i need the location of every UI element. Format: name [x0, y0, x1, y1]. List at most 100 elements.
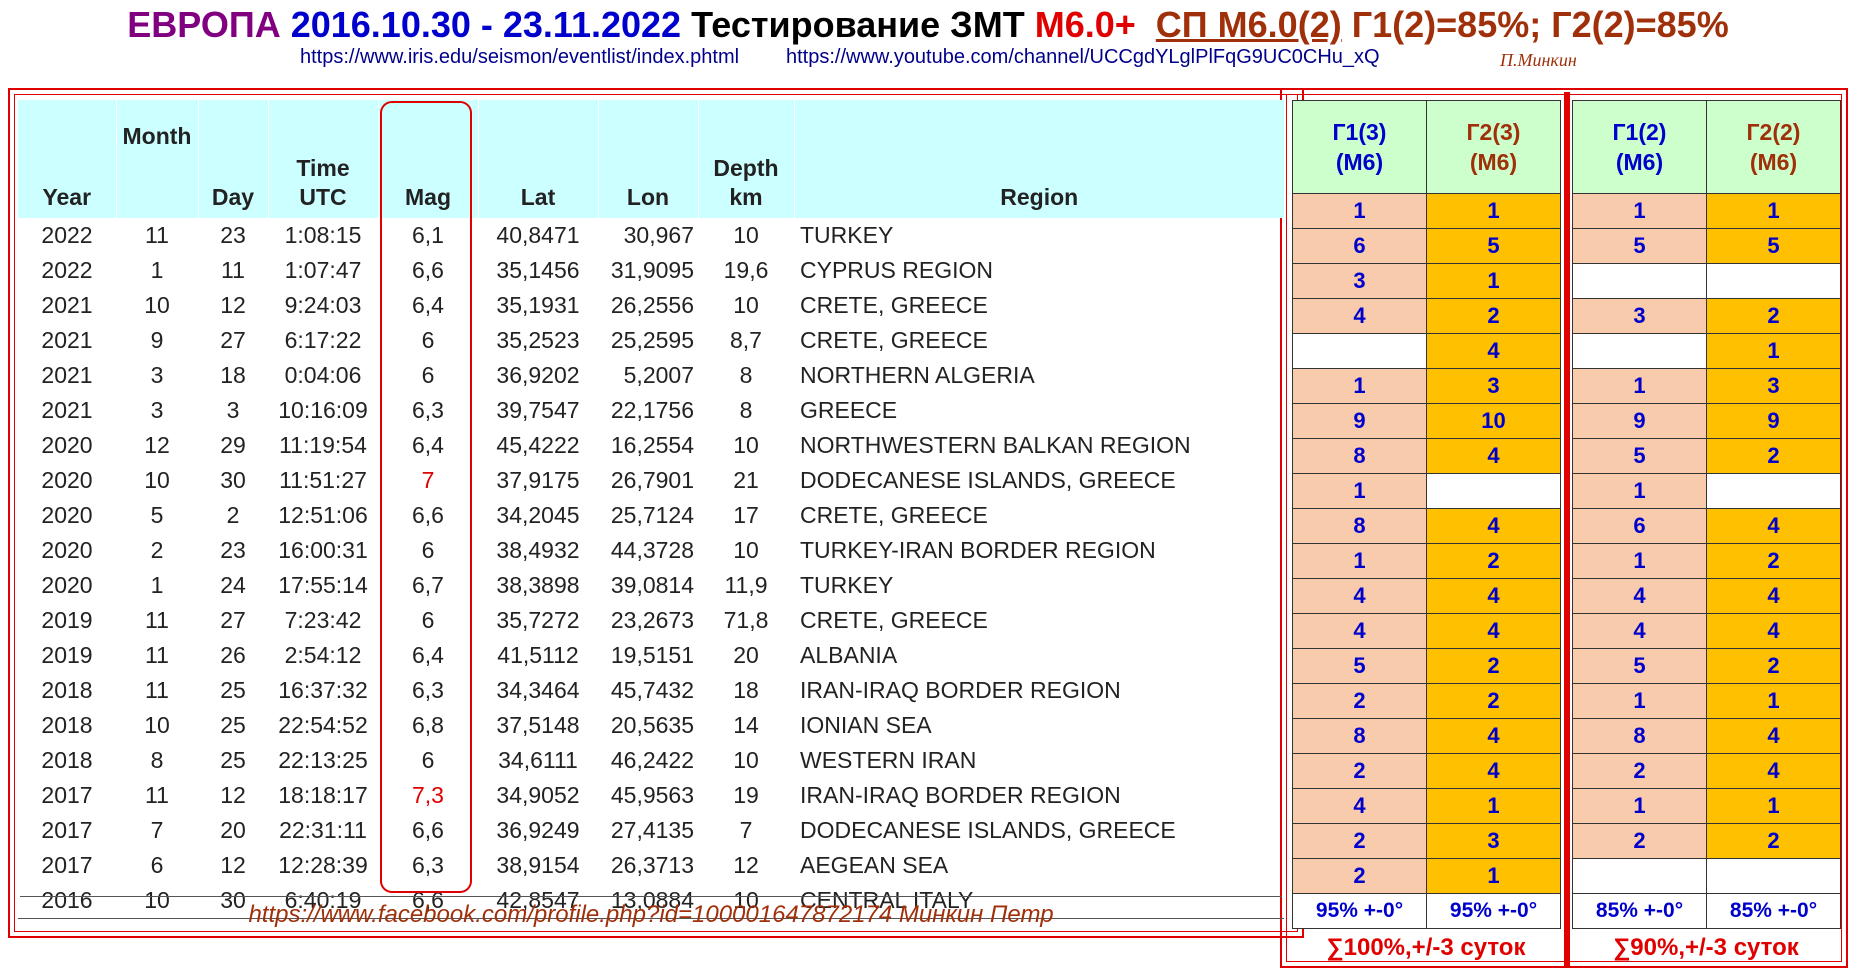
g-row: 22: [1572, 823, 1841, 859]
cell-lon: 31,9095: [610, 257, 694, 283]
cell-day: 11: [221, 257, 245, 283]
g-row: 52: [1292, 648, 1561, 684]
cell-g1: 8: [1292, 718, 1427, 754]
title-magnitude: М6.0+: [1034, 4, 1136, 45]
cell-time: 12:51:06: [278, 502, 368, 528]
cell-g1: 1: [1572, 193, 1707, 229]
g-row: 84: [1292, 718, 1561, 754]
cell-g1: 8: [1292, 508, 1427, 544]
g-row: 32: [1572, 298, 1841, 334]
cell-g1: [1572, 858, 1707, 894]
cell-g1: 4: [1292, 298, 1427, 334]
youtube-link[interactable]: https://www.youtube.com/channel/UCCgdYLg…: [786, 46, 1380, 69]
table-row: 2022 11 23 1:08:15 6,1 40,8471 30,967 10 TURKEY: [18, 218, 1284, 253]
cell-g2: 4: [1706, 718, 1841, 754]
table-row: 2018 10 25 22:54:52 6,8 37,5148 20,5635 14 IONIA…: [18, 708, 1284, 743]
cell-g2: 9: [1706, 403, 1841, 439]
g-row: 44: [1292, 613, 1561, 649]
cell-time: 11:51:27: [279, 467, 367, 493]
iris-link[interactable]: https://www.iris.edu/seismon/eventlist/i…: [300, 46, 739, 69]
cell-depth: 8: [739, 362, 753, 388]
g-row: 21: [1292, 858, 1561, 894]
cell-lon: 45,9563: [610, 782, 694, 808]
cell-time: 1:08:15: [284, 222, 362, 248]
g-row: 44: [1572, 613, 1841, 649]
cell-region: IONIAN SEA: [800, 712, 932, 738]
cell-g2: 4: [1426, 508, 1561, 544]
cell-lat: 36,9249: [496, 817, 580, 843]
cell-lat: 39,7547: [496, 397, 580, 423]
cell-g1: 4: [1292, 578, 1427, 614]
cell-lat: 34,6111: [498, 747, 578, 773]
cell-time: 12:28:39: [278, 852, 368, 878]
cell-depth: 8: [739, 397, 753, 423]
cell-lon: 26,2556: [610, 292, 694, 318]
cell-time: 11:19:54: [279, 432, 367, 458]
cell-lon: 20,5635: [610, 712, 694, 738]
cell-month: 8: [150, 747, 164, 773]
g-row: 55: [1572, 228, 1841, 264]
table-row: 2020 10 30 11:51:27 7 37,9175 26,7901 21 DODECAN…: [18, 463, 1284, 498]
cell-lat: 34,9052: [496, 782, 580, 808]
cell-day: 12: [220, 782, 246, 808]
cell-region: IRAN-IRAQ BORDER REGION: [800, 782, 1121, 808]
cell-depth: 18: [733, 677, 759, 703]
g-row: 52: [1572, 648, 1841, 684]
cell-g2: 1: [1426, 263, 1561, 299]
cell-year: 2019: [41, 607, 93, 633]
cell-lat: 37,5148: [496, 712, 580, 738]
cell-year: 2017: [41, 852, 93, 878]
g-row: 11: [1572, 193, 1841, 229]
earthquake-table: Year Month Day Time UTC Mag Lat Lon Depth…: [18, 100, 1284, 919]
cell-g1: 1: [1572, 368, 1707, 404]
cell-depth: 71,8: [723, 607, 769, 633]
cell-depth: 8,7: [730, 327, 762, 353]
cell-depth: 12: [733, 852, 759, 878]
table-row: 2021 10 12 9:24:03 6,4 35,1931 26,2556 10 CRETE,…: [18, 288, 1284, 323]
cell-lat: 35,2523: [496, 327, 580, 353]
table-row: 2020 12 29 11:19:54 6,4 45,4222 16,2554 10 NORTH…: [18, 428, 1284, 463]
cell-day: 30: [220, 467, 246, 493]
g-row: 9 10: [1292, 403, 1561, 439]
cell-lon: 39,0814: [610, 572, 694, 598]
g-row: 11: [1292, 193, 1561, 229]
cell-g2: 4: [1426, 718, 1561, 754]
table-row: 2020 1 24 17:55:14 6,7 38,3898 39,0814 11,9 TURK…: [18, 568, 1284, 603]
cell-g1: 6: [1572, 508, 1707, 544]
cell-g2: 2: [1426, 683, 1561, 719]
title-region: ЕВРОПА: [127, 4, 281, 45]
cell-time: 9:24:03: [284, 292, 362, 318]
cell-time: 0:04:06: [284, 362, 362, 388]
cell-month: 10: [144, 712, 170, 738]
cell-g2: [1706, 263, 1841, 299]
cell-lon: 44,3728: [610, 537, 694, 563]
cell-region: CRETE, GREECE: [800, 607, 988, 633]
cell-g2: 2: [1426, 648, 1561, 684]
cell-time: 18:18:17: [278, 782, 368, 808]
cell-g2: [1706, 473, 1841, 509]
cell-g2: 4: [1706, 753, 1841, 789]
g-row: 64: [1572, 508, 1841, 544]
cell-month: 3: [150, 397, 164, 423]
g2-table: Г1(2) (М6) Г2(2) (М6) 11553211399521641244…: [1572, 100, 1841, 929]
cell-g1: 4: [1292, 788, 1427, 824]
col-day: Day: [197, 100, 268, 218]
cell-lat: 35,1931: [496, 292, 580, 318]
cell-g2: 2: [1426, 543, 1561, 579]
table-row: 2022 1 11 1:07:47 6,6 35,1456 31,9095 19,6 CYPRU…: [18, 253, 1284, 288]
page-title: ЕВРОПА 2016.10.30 - 23.11.2022 Тестирова…: [0, 4, 1856, 46]
cell-month: 1: [150, 257, 164, 283]
cell-g2: 1: [1706, 683, 1841, 719]
cell-time: 16:00:31: [278, 537, 368, 563]
table-row: 2020 5 2 12:51:06 6,6 34,2045 25,7124 17 CRETE, …: [18, 498, 1284, 533]
cell-time: 16:37:32: [278, 677, 368, 703]
cell-region: AEGEAN SEA: [800, 852, 949, 878]
facebook-link[interactable]: https://www.facebook.com/profile.php?id=…: [20, 896, 1282, 933]
cell-g1: 5: [1572, 438, 1707, 474]
cell-lon: 22,1756: [610, 397, 694, 423]
g-row: 84: [1292, 508, 1561, 544]
cell-g2: 4: [1426, 613, 1561, 649]
cell-month: 11: [145, 642, 169, 668]
cell-g1: [1572, 263, 1707, 299]
cell-depth: 10: [733, 222, 759, 248]
